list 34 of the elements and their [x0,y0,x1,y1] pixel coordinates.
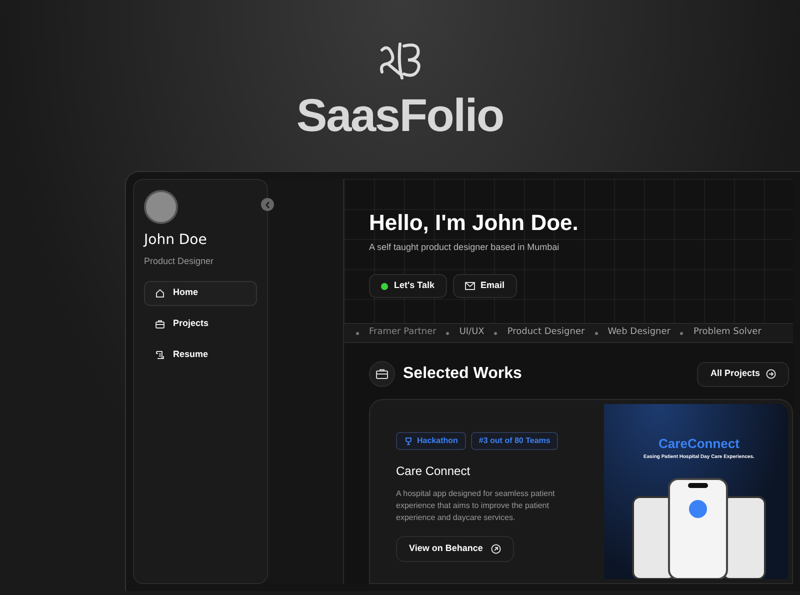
section-title: Selected Works [403,364,522,384]
tag-label: #3 out of 80 Teams [470,432,558,450]
skill-label: Web Designer [608,326,670,340]
project-description: A hospital app designed for seamless patient experience that aims to improve the patient experience and daycare services. [396,488,556,524]
skill-label: Product Designer [507,326,585,340]
arrow-up-right-circle-icon [490,544,501,554]
image-title: CareConnect [658,435,740,453]
hero-heading: Hello, I'm John Doe. [369,209,580,236]
talk-button[interactable]: Let's Talk [369,274,446,298]
home-icon [155,288,165,298]
nav-item[interactable]: Resume [144,342,257,368]
hero-tagline: A self taught product designer based in Mumbai [369,240,560,254]
briefcase-icon [155,319,165,329]
brand-title: SaasFolio [296,92,504,138]
scroll-icon [155,350,165,360]
chevron-left-icon [264,200,270,208]
behance-link-button[interactable]: View on Behance [396,536,514,562]
arrow-right-circle-icon [766,369,776,379]
profile-name: John Doe [144,231,208,250]
briefcase-icon [369,361,395,387]
project-title: Care Connect [396,463,472,480]
skill-label: Problem Solver [693,326,762,340]
collapse-button[interactable] [261,198,274,211]
email-button[interactable]: Email [452,274,517,298]
skill-label: UI/UX [459,326,484,340]
avatar [144,190,178,224]
nav-item[interactable]: Projects [144,312,257,336]
skill-label: Framer Partner [369,326,436,340]
trophy-icon [404,437,413,445]
tag-label: Hackathon [396,432,466,450]
nav-item[interactable]: Home [144,280,257,306]
profile-role: Product Designer [144,255,215,268]
all-projects-button[interactable]: All Projects [697,362,789,386]
mail-icon [464,282,474,290]
